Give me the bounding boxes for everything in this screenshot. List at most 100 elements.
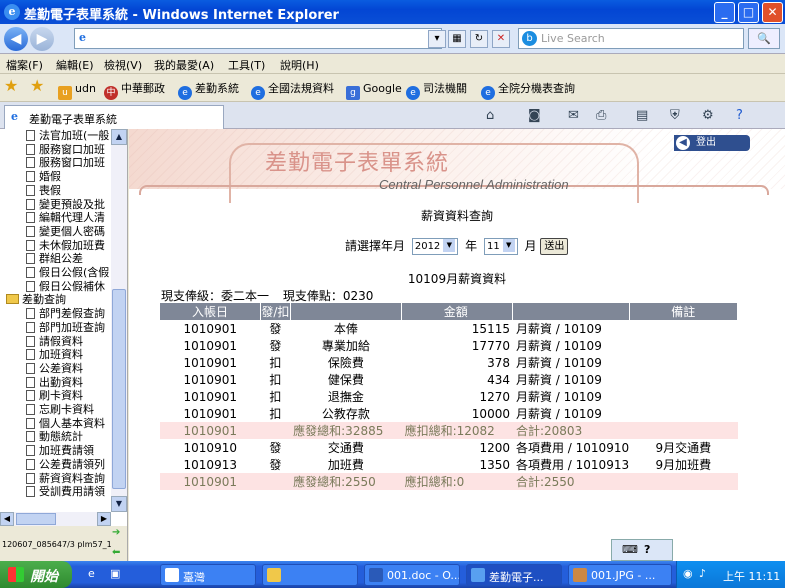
sidebar-item[interactable]: 個人基本資料 [26,417,105,431]
favorites-star-icon[interactable]: ★ [4,77,18,95]
sidebar-item[interactable]: 加班資料 [26,348,83,362]
quicklaunch-ie-icon[interactable]: e [88,567,95,580]
document-icon [26,171,35,183]
print-icon[interactable]: ⎙ [596,108,606,123]
language-bar[interactable]: ⌨ ? [611,539,673,561]
tools-gear-icon[interactable]: ⚙ [702,108,714,123]
taskbar-item-active[interactable]: 差勤電子... [466,564,562,586]
document-icon [26,321,35,333]
menu-favorites[interactable]: 我的最愛(A) [154,57,214,73]
sidebar-item[interactable]: 未休假加班費 [26,239,105,253]
address-dropdown-icon[interactable]: ▾ [428,30,446,48]
sidebar-item[interactable]: 請假資料 [26,335,83,349]
sidebar-item[interactable]: 服務窗口加班 [26,143,105,157]
safety-icon[interactable]: ⛨ [670,108,680,123]
taskbar-item[interactable]: 001.doc - O... [364,564,460,586]
menu-file[interactable]: 檔案(F) [6,57,43,73]
scroll-up-icon[interactable]: ▲ [111,129,127,145]
document-icon [26,308,35,320]
fav-attendance[interactable]: e 差勤系統 [178,80,239,100]
search-button[interactable]: 🔍 [748,28,780,49]
sidebar-item[interactable]: 群組公差 [26,252,83,266]
green-arrow-icon[interactable]: ➔ [112,528,124,538]
document-icon [26,349,35,361]
close-button[interactable]: ✕ [762,2,783,23]
sidebar-item[interactable]: 編輯代理人清 [26,211,105,225]
quicklaunch-desktop-icon[interactable]: ▣ [110,567,120,580]
home-icon[interactable]: ⌂ [486,108,494,123]
submit-button[interactable]: 送出 [540,238,569,255]
search-input[interactable]: b Live Search [518,28,744,49]
logout-button[interactable]: ◀ 登出 [674,135,750,151]
table-cell: 1010901 [183,338,237,353]
menu-bar: 檔案(F) 編輯(E) 檢視(V) 我的最愛(A) 工具(T) 說明(H) [0,54,785,74]
sidebar-item[interactable]: 動態統計 [26,430,83,444]
fav-google[interactable]: g Google [346,80,402,100]
sidebar-item[interactable]: 婚假 [26,170,61,184]
system-tray: ◉ ♪ 上午 11:11 [676,561,785,588]
taskbar-item[interactable]: 001.JPG - ... [568,564,672,586]
scroll-left-icon[interactable]: ◀ [0,512,14,526]
hscroll-thumb[interactable] [16,513,56,525]
sidebar-item[interactable]: 刷卡資料 [26,389,83,403]
document-icon [26,404,35,415]
taskbar-item[interactable] [262,564,358,586]
sidebar-folder[interactable]: 差勤查詢 [6,293,66,307]
sidebar-item[interactable]: 公差費請領列 [26,458,105,472]
address-field[interactable]: e [74,28,442,49]
sidebar-item[interactable]: 忘刷卡資料 [26,403,94,417]
green-arrow-icon[interactable]: ⬅ [112,548,124,558]
sidebar-item[interactable]: 假日公假補休 [26,280,105,294]
sidebar-item[interactable]: 受訓費用請領 [26,485,105,499]
add-favorite-icon[interactable]: ★ [30,77,44,95]
year-select[interactable]: 2012 ▼ [411,238,459,255]
volume-icon[interactable]: ♪ [699,567,706,580]
sidebar-item[interactable]: 法官加班(一般 [26,129,109,143]
forward-icon[interactable]: ▶ [30,27,54,51]
sidebar-horizontal-scrollbar[interactable]: ◀ ▶ [0,512,111,526]
sidebar-item[interactable]: 出勤資料 [26,376,83,390]
sidebar-item[interactable]: 喪假 [26,184,61,198]
stop-icon[interactable]: ✕ [492,30,510,48]
tray-icon[interactable]: ◉ [683,567,693,580]
menu-tools[interactable]: 工具(T) [228,57,265,73]
sidebar-item[interactable]: 部門差假查詢 [26,307,105,321]
menu-view[interactable]: 檢視(V) [104,57,142,73]
sidebar-item[interactable]: 公差資料 [26,362,83,376]
sidebar-item[interactable]: 薪資資料查詢 [26,472,105,486]
fav-post[interactable]: 中中華郵政 [104,80,165,100]
sidebar-item[interactable]: 變更預設及批 [26,198,105,212]
sidebar-vertical-scrollbar[interactable]: ▲ ▼ [111,129,127,512]
scroll-thumb[interactable] [112,289,126,489]
page-icon[interactable]: ▤ [636,108,648,123]
start-button[interactable]: 開始 [0,561,72,588]
scroll-down-icon[interactable]: ▼ [111,496,127,512]
month-select[interactable]: 11 ▼ [483,238,518,255]
taskbar-item[interactable]: 臺灣 [160,564,256,586]
mail-icon[interactable]: ✉ [568,108,579,123]
maximize-button[interactable]: □ [738,2,759,23]
fav-extension[interactable]: e 全院分機表查詢 [481,80,575,100]
tab-attendance[interactable]: e 差勤電子表單系統 [4,105,224,129]
column-header: 備註 [629,303,739,320]
fav-laws[interactable]: e 全國法規資料 [251,80,334,100]
fav-udn[interactable]: u udn [58,80,96,100]
sidebar-item[interactable]: 服務窗口加班 [26,156,105,170]
menu-edit[interactable]: 編輯(E) [56,57,94,73]
help-icon[interactable]: ? [736,108,743,123]
back-icon[interactable]: ◀ [4,27,28,51]
sidebar-item[interactable]: 加班費請領 [26,444,94,458]
minimize-button[interactable]: _ [714,2,735,23]
refresh-icon[interactable]: ↻ [470,30,488,48]
ie-page-icon: e [178,86,192,100]
sidebar-item[interactable]: 假日公假(含假 [26,266,109,280]
menu-help[interactable]: 說明(H) [280,57,319,73]
compat-view-icon[interactable]: ▦ [448,30,466,48]
fav-judicial[interactable]: e 司法機關 [406,80,467,100]
sidebar-item[interactable]: 變更個人密碼 [26,225,105,239]
table-cell: 378 [487,355,510,370]
table-header-row: 入帳日 發/扣 金額 備註 [160,303,739,320]
sidebar-item[interactable]: 部門加班查詢 [26,321,105,335]
rss-icon[interactable]: ◙ [528,108,541,123]
scroll-right-icon[interactable]: ▶ [97,512,111,526]
